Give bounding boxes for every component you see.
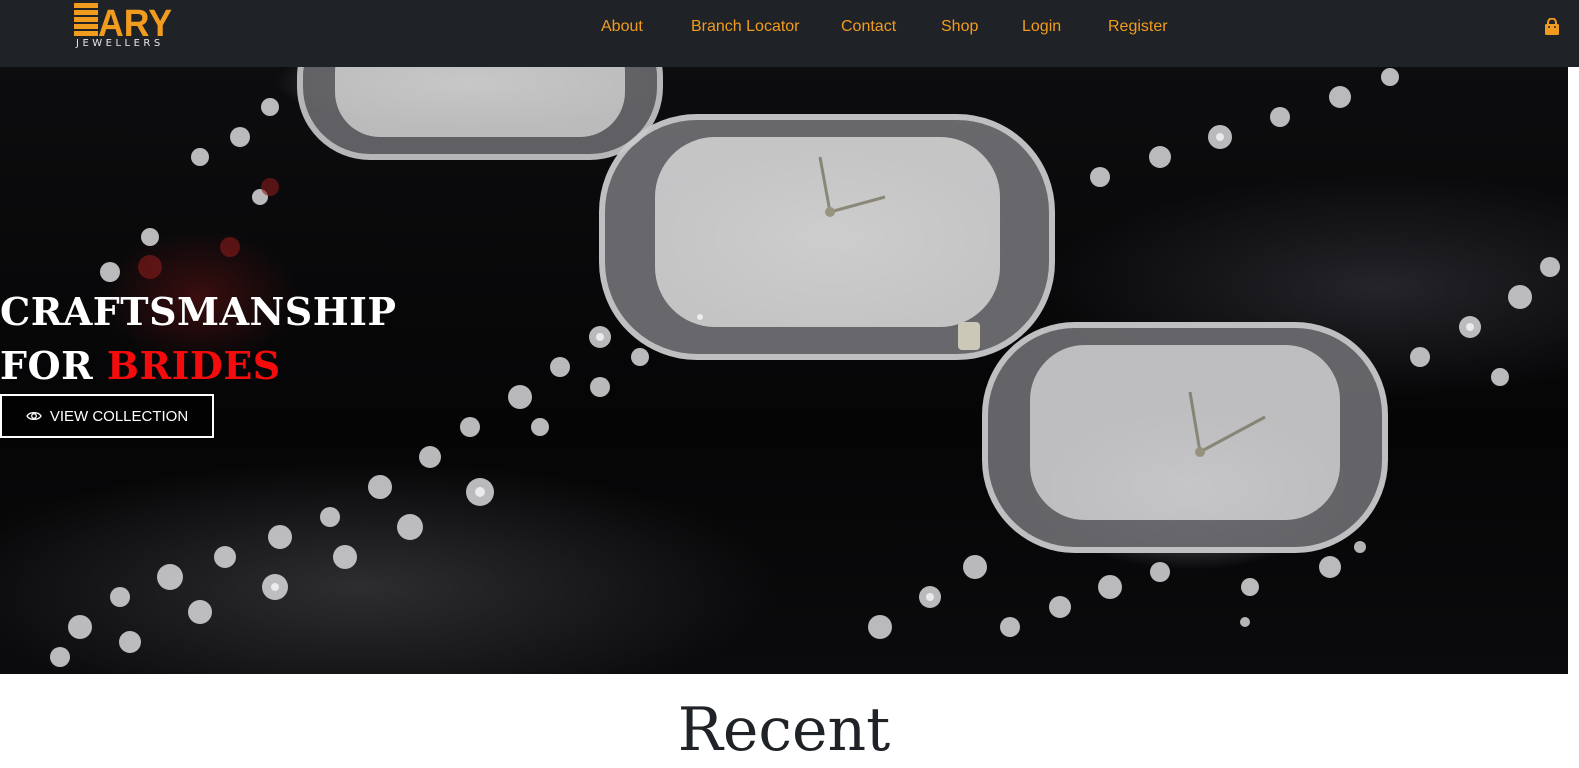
hero-title-line1: CRAFTSMANSHIP: [0, 289, 397, 334]
view-collection-label: VIEW COLLECTION: [49, 407, 189, 425]
watch-center: [599, 114, 1055, 360]
nav-about[interactable]: About: [601, 17, 643, 37]
hero-title-line2-prefix: FOR: [0, 343, 94, 388]
hero-banner: CRAFTSMANSHIP FOR BRIDES VIEW COLLECTION: [0, 67, 1568, 674]
watch-right: [982, 322, 1388, 553]
hero-title: CRAFTSMANSHIP FOR BRIDES: [0, 285, 396, 393]
nav-branch-locator[interactable]: Branch Locator: [691, 17, 800, 37]
nav-register[interactable]: Register: [1108, 17, 1168, 37]
watch-top-left: [297, 67, 663, 160]
main-nav: About Branch Locator Contact Shop Login …: [0, 0, 1579, 56]
top-navbar: ARY JEWELLERS About Branch Locator Conta…: [0, 0, 1579, 67]
nav-shop[interactable]: Shop: [941, 17, 978, 37]
shopping-bag-icon[interactable]: [1544, 18, 1560, 36]
nav-contact[interactable]: Contact: [841, 17, 896, 37]
eye-icon: [26, 411, 42, 421]
view-collection-button[interactable]: VIEW COLLECTION: [0, 394, 214, 438]
nav-login[interactable]: Login: [1022, 17, 1061, 37]
hero-title-accent: BRIDES: [106, 343, 281, 388]
